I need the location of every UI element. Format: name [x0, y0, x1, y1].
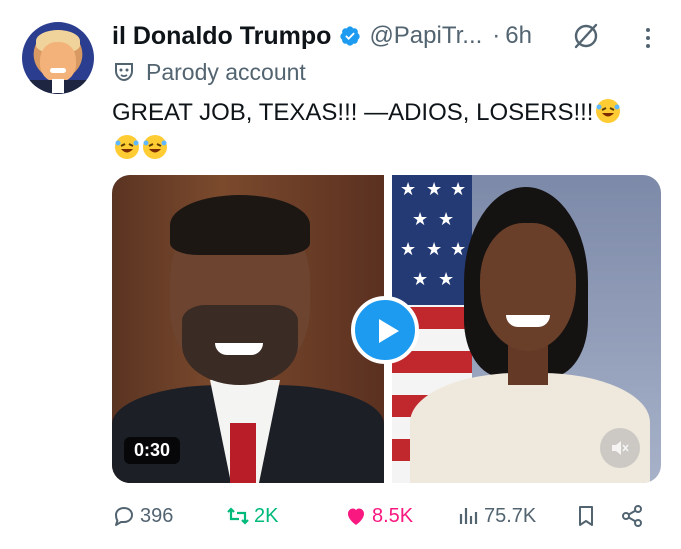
avatar[interactable]: [22, 22, 94, 94]
action-bar: 396 2K 8.5K 75.7K: [112, 500, 661, 532]
tweet-text: GREAT JOB, TEXAS!!! —ADIOS, LOSERS!!!: [112, 95, 662, 167]
reply-icon: [115, 507, 133, 526]
rofl-emoji-icon: [596, 99, 621, 123]
bookmark-icon: [579, 506, 593, 526]
share-icon: [622, 505, 642, 527]
left-figure-hair: [170, 195, 310, 255]
share-button[interactable]: [620, 500, 648, 532]
avatar-collar: [52, 79, 64, 93]
repost-button[interactable]: 2K: [226, 500, 278, 532]
verified-badge-icon: [340, 26, 361, 46]
volume-muted-icon: [612, 441, 629, 455]
parody-label-text: Parody account: [146, 58, 306, 85]
tweet-header: il Donaldo Trumpo @PapiTr... · 6h: [112, 20, 532, 52]
views-button[interactable]: 75.7K: [456, 500, 536, 532]
flag-star: ★: [438, 209, 455, 229]
rofl-emoji-icon: [115, 135, 139, 159]
right-figure-smile: [506, 315, 550, 327]
flag-star: ★: [450, 239, 467, 259]
repost-icon: [227, 507, 249, 525]
flag-canton: ★ ★ ★ ★ ★ ★ ★ ★ ★ ★: [392, 175, 472, 305]
views-chart-icon: [459, 508, 478, 524]
tweet-text-body: GREAT JOB, TEXAS!!! —ADIOS, LOSERS!!!: [112, 99, 594, 126]
bookmark-button[interactable]: [574, 500, 602, 532]
flag-star: ★: [450, 179, 467, 199]
timestamp[interactable]: 6h: [505, 22, 532, 50]
flag-star: ★: [400, 239, 417, 259]
like-count: 8.5K: [372, 504, 414, 527]
like-button[interactable]: 8.5K: [344, 500, 413, 532]
flag-star: ★: [412, 209, 429, 229]
view-count: 75.7K: [484, 504, 537, 527]
flag-star: ★: [412, 269, 429, 289]
flag-star: ★: [426, 239, 443, 259]
author-name[interactable]: il Donaldo Trumpo: [112, 22, 331, 51]
left-figure-tie: [230, 423, 256, 483]
left-figure-smile: [215, 343, 263, 355]
flag-star: ★: [426, 179, 443, 199]
reply-count: 396: [140, 504, 174, 527]
video-media[interactable]: ★ ★ ★ ★ ★ ★ ★ ★ ★ ★ 0:30: [112, 175, 661, 483]
grok-icon[interactable]: [572, 22, 600, 50]
flag-star: ★: [400, 179, 417, 199]
video-duration: 0:30: [124, 437, 181, 464]
more-options-icon[interactable]: [636, 26, 660, 50]
heart-icon: [348, 508, 364, 525]
avatar-mouth: [50, 68, 66, 73]
reply-button[interactable]: 396: [112, 500, 173, 532]
flag-star: ★: [438, 269, 455, 289]
avatar-face: [40, 42, 76, 82]
tweet[interactable]: il Donaldo Trumpo @PapiTr... · 6h Parody…: [0, 0, 681, 549]
play-icon: [379, 319, 399, 343]
rofl-emoji-icon: [143, 135, 167, 159]
author-handle[interactable]: @PapiTr...: [369, 22, 482, 50]
right-figure-head: [480, 223, 576, 351]
mask-icon: [115, 63, 133, 82]
repost-count: 2K: [254, 504, 279, 527]
parody-label: Parody account: [112, 58, 306, 86]
right-figure-neck: [508, 345, 548, 385]
separator-dot: ·: [492, 22, 501, 49]
play-button[interactable]: [351, 296, 419, 364]
mute-button[interactable]: [600, 428, 640, 468]
